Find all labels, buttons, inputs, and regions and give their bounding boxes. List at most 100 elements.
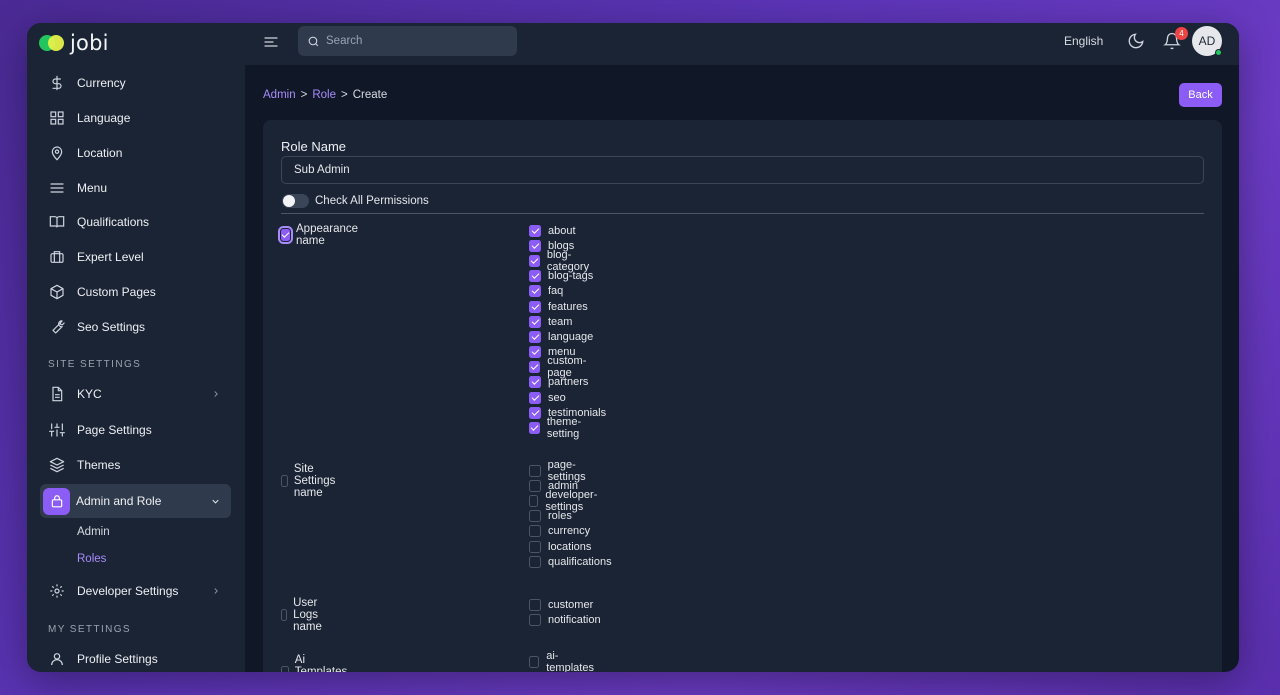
sidebar-sub-item-roles[interactable]: Roles xyxy=(77,553,106,565)
sidebar-item-page-settings[interactable]: Page Settings xyxy=(40,413,231,447)
sidebar-item-label: Page Settings xyxy=(77,423,152,437)
chevron-right-icon xyxy=(211,389,221,399)
permission-checkbox[interactable] xyxy=(529,613,541,626)
sidebar-item-menu[interactable]: Menu xyxy=(40,171,231,205)
permission-checkbox[interactable] xyxy=(529,422,540,435)
permission-item[interactable]: locations xyxy=(529,539,612,554)
permission-item[interactable]: customer xyxy=(529,597,601,612)
permission-item[interactable]: notification xyxy=(529,612,601,627)
permission-checkbox[interactable] xyxy=(529,239,541,252)
language-selector[interactable]: English xyxy=(1064,34,1103,48)
permission-checkbox[interactable] xyxy=(529,376,541,389)
permission-item[interactable]: about xyxy=(529,223,606,238)
sidebar-item-custom-pages[interactable]: Custom Pages xyxy=(40,275,231,309)
permission-item[interactable]: page-settings xyxy=(529,459,612,483)
sidebar-item-profile-settings[interactable]: Profile Settings xyxy=(40,642,231,672)
sidebar-item-currency[interactable]: Currency xyxy=(40,66,231,100)
permission-label: ai-templates xyxy=(546,649,594,672)
group-checkbox[interactable] xyxy=(281,475,288,487)
user-icon xyxy=(40,642,74,672)
sliders-icon xyxy=(40,413,74,447)
sidebar-item-kyc[interactable]: KYC xyxy=(40,377,231,411)
sidebar-item-themes[interactable]: Themes xyxy=(40,448,231,482)
permission-item[interactable]: developer-settings xyxy=(529,489,612,513)
permission-checkbox[interactable] xyxy=(529,655,540,668)
sidebar-item-qualifications[interactable]: Qualifications xyxy=(40,205,231,239)
permission-checkbox[interactable] xyxy=(529,464,541,477)
permission-checkbox[interactable] xyxy=(529,361,541,374)
permission-item[interactable]: ai-templates xyxy=(529,650,596,672)
briefcase-icon xyxy=(40,240,74,274)
sidebar-item-label: Location xyxy=(77,146,123,160)
permission-item[interactable]: features xyxy=(529,299,606,314)
permission-checkbox[interactable] xyxy=(529,391,541,404)
sidebar-sub-item-admin[interactable]: Admin xyxy=(77,526,110,538)
sidebar-item-expert-level[interactable]: Expert Level xyxy=(40,240,231,274)
permission-checkbox[interactable] xyxy=(529,270,541,283)
sidebar-item-label: Admin and Role xyxy=(76,494,162,508)
role-name-input[interactable] xyxy=(281,156,1204,184)
role-form-card: Role Name Check All Permissions Appearan… xyxy=(263,120,1222,672)
permission-label: seo xyxy=(548,391,566,404)
search-input[interactable] xyxy=(326,35,506,47)
permission-item[interactable]: blog-category xyxy=(529,249,606,273)
sidebar-item-developer-settings[interactable]: Developer Settings xyxy=(40,574,231,608)
permission-list: about blogs blog-category blog-tags faq featu… xyxy=(529,223,606,440)
brand-logo[interactable]: jobi xyxy=(39,30,109,56)
document-icon xyxy=(40,377,74,411)
permission-item[interactable]: currency xyxy=(529,524,612,539)
sidebar-item-label: Profile Settings xyxy=(77,652,158,666)
sidebar-item-seo-settings[interactable]: Seo Settings xyxy=(40,310,231,344)
chevron-down-icon xyxy=(210,496,221,507)
permission-checkbox[interactable] xyxy=(529,254,540,267)
breadcrumb-role[interactable]: Role xyxy=(312,89,336,101)
group-checkbox[interactable] xyxy=(281,666,289,672)
layers-icon xyxy=(40,448,74,482)
permission-item[interactable]: team xyxy=(529,314,606,329)
permission-checkbox[interactable] xyxy=(529,479,541,492)
permission-checkbox[interactable] xyxy=(529,525,541,538)
permission-item[interactable]: seo xyxy=(529,390,606,405)
permission-item[interactable]: qualifications xyxy=(529,554,612,569)
permission-item[interactable]: faq xyxy=(529,284,606,299)
permission-label: currency xyxy=(548,525,591,538)
permission-checkbox[interactable] xyxy=(529,494,539,507)
sidebar-item-language[interactable]: Language xyxy=(40,101,231,135)
permission-label: team xyxy=(548,315,573,328)
sidebar-item-location[interactable]: Location xyxy=(40,136,231,170)
brand-name: jobi xyxy=(70,31,109,55)
group-label: Ai Templates name xyxy=(294,654,348,672)
permission-checkbox[interactable] xyxy=(529,510,541,523)
sidebar-item-label: Currency xyxy=(77,76,126,90)
permission-item[interactable]: theme-setting xyxy=(529,416,606,440)
permission-item[interactable]: custom-page xyxy=(529,355,606,379)
sidebar-item-label: Expert Level xyxy=(77,250,144,264)
permission-checkbox[interactable] xyxy=(529,540,541,553)
permission-label: customer xyxy=(548,598,594,611)
sidebar-item-admin-and-role[interactable]: Admin and Role xyxy=(40,484,231,518)
back-button[interactable]: Back xyxy=(1179,83,1222,107)
check-all-toggle[interactable] xyxy=(282,194,309,208)
permission-checkbox[interactable] xyxy=(529,330,541,343)
permission-checkbox[interactable] xyxy=(529,346,541,359)
moon-icon[interactable] xyxy=(1127,32,1145,55)
permission-label: qualifications xyxy=(548,555,612,568)
permission-label: theme-setting xyxy=(546,416,582,441)
group-checkbox[interactable] xyxy=(281,609,288,621)
permission-label: locations xyxy=(548,540,592,553)
grid-icon xyxy=(40,101,74,135)
permission-item[interactable]: language xyxy=(529,329,606,344)
permission-checkbox[interactable] xyxy=(529,555,541,568)
permission-checkbox[interactable] xyxy=(529,285,541,298)
permission-checkbox[interactable] xyxy=(529,300,541,313)
permission-checkbox[interactable] xyxy=(529,598,541,611)
lock-icon xyxy=(43,487,70,515)
permission-label: features xyxy=(548,300,588,313)
section-label-my-settings: MY SETTINGS xyxy=(48,624,132,635)
group-checkbox[interactable] xyxy=(278,226,293,244)
menu-toggle-icon[interactable] xyxy=(263,34,279,55)
permission-checkbox[interactable] xyxy=(529,406,541,419)
permission-checkbox[interactable] xyxy=(529,224,541,237)
permission-checkbox[interactable] xyxy=(529,315,541,328)
breadcrumb-admin[interactable]: Admin xyxy=(263,89,296,101)
